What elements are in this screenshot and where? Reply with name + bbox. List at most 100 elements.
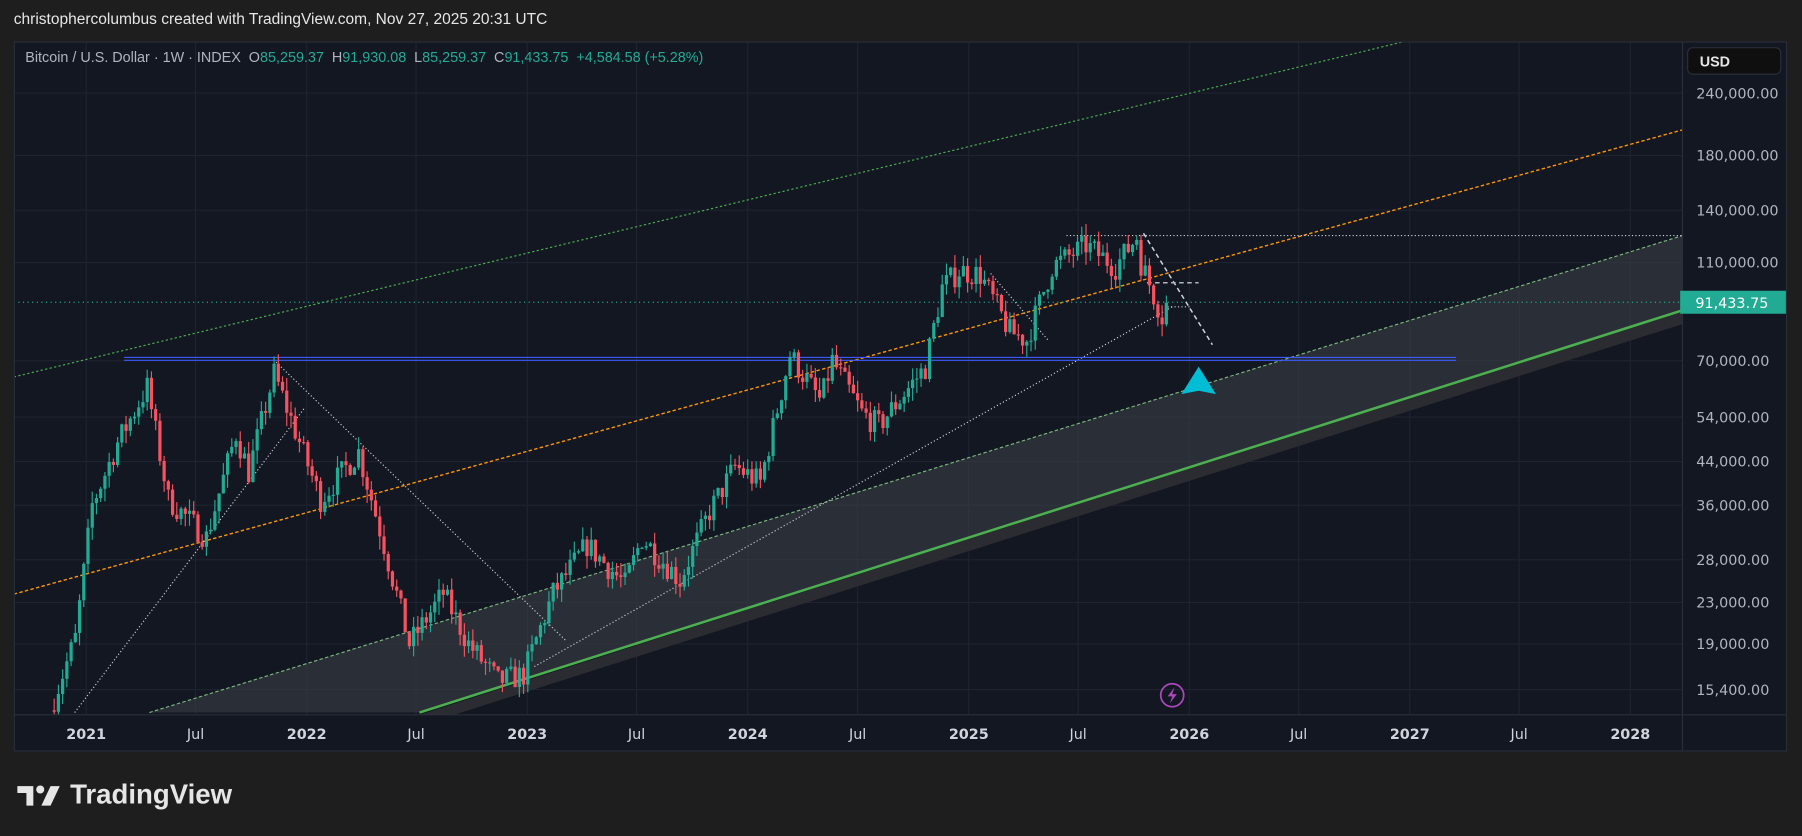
candle-body <box>678 584 682 587</box>
candle-body <box>1012 319 1016 335</box>
currency-button[interactable]: USD <box>1687 47 1782 75</box>
candle-body <box>902 396 906 404</box>
candle-body <box>280 381 285 391</box>
candle-body <box>657 565 661 569</box>
candle-body <box>826 378 830 381</box>
candle-body <box>885 416 889 428</box>
candle-body <box>822 378 826 398</box>
candle-body <box>703 515 708 519</box>
candle-body <box>568 559 572 576</box>
tradingview-logo[interactable]: TradingView <box>17 779 232 811</box>
candle-body <box>864 408 868 413</box>
candle-body <box>746 469 750 475</box>
candle-body <box>572 552 576 560</box>
time-tick-label: 2026 <box>1169 727 1209 743</box>
tradingview-logo-icon <box>17 785 60 806</box>
time-tick-label: Jul <box>1068 727 1086 743</box>
candle-body <box>636 548 640 556</box>
candle-body <box>699 518 703 533</box>
time-tick-label: Jul <box>848 727 866 743</box>
candle-body <box>547 601 551 624</box>
price-tick-label: 44,000.00 <box>1696 455 1769 471</box>
lightning-icon[interactable] <box>1159 682 1185 708</box>
candle-body <box>348 465 352 475</box>
candle-body <box>653 543 657 566</box>
candle-body <box>187 510 192 514</box>
candle-body <box>1046 289 1050 292</box>
candle-body <box>847 371 851 385</box>
price-tick-label: 28,000.00 <box>1696 553 1769 569</box>
candle-body <box>1113 276 1118 280</box>
candle-body <box>462 634 466 647</box>
time-tick-label: 2021 <box>66 727 106 743</box>
candle-body <box>716 487 720 496</box>
candle-body <box>399 590 403 599</box>
candle-body <box>627 564 631 573</box>
candle-body <box>944 275 949 285</box>
time-axis[interactable]: 2021 Jul 2022 Jul 2023 Jul 2024 Jul 2025 Jul 2026 J… <box>66 727 1650 743</box>
candle-body <box>801 377 805 382</box>
price-tick-label: 15,400.00 <box>1696 683 1769 699</box>
candle-body <box>1152 285 1156 305</box>
time-tick-label: 2027 <box>1390 727 1430 743</box>
candle-body <box>403 598 407 633</box>
candle-body <box>1059 255 1063 260</box>
candle-body <box>192 510 196 515</box>
candle-body <box>1042 291 1046 295</box>
candle-body <box>433 601 437 613</box>
candle-body <box>132 416 137 419</box>
candle-body <box>483 661 488 663</box>
candle-body <box>517 667 521 688</box>
candle-body <box>217 493 221 512</box>
candle-body <box>898 403 902 410</box>
candle-body <box>82 563 86 601</box>
close-value: 91,433.75 <box>504 49 569 66</box>
price-tick-label: 180,000.00 <box>1696 149 1778 165</box>
price-tick-label: 54,000.00 <box>1696 410 1769 426</box>
candle-body <box>285 390 289 413</box>
candle-body <box>784 376 788 401</box>
price-axis[interactable]: 240,000.00 180,000.00 140,000.00 110,000.00… <box>1696 86 1778 699</box>
candle-body <box>162 460 166 482</box>
candle-body <box>1139 239 1143 276</box>
candle-body <box>145 377 149 403</box>
candle-body <box>805 373 809 382</box>
price-chart[interactable]: 240,000.00 180,000.00 140,000.00 110,000.00… <box>0 0 1802 835</box>
candle-body <box>196 514 200 543</box>
candle-body <box>758 468 762 480</box>
candle-body <box>644 546 648 548</box>
time-tick-label: 2022 <box>287 727 327 743</box>
candle-body <box>538 625 543 638</box>
candle-body <box>166 481 170 490</box>
candle-body <box>369 489 373 501</box>
candle-body <box>1016 334 1020 336</box>
time-tick-label: 2028 <box>1610 727 1650 743</box>
candle-body <box>521 667 526 685</box>
candle-body <box>813 377 817 391</box>
candle-body <box>665 563 669 580</box>
candle-body <box>264 411 268 413</box>
candle-body <box>289 412 293 416</box>
candle-body <box>69 642 73 662</box>
stage: christophercolumbus created with Trading… <box>0 0 1802 835</box>
candle-body <box>970 282 974 285</box>
candle-body <box>1067 249 1071 255</box>
candle-body <box>437 589 441 602</box>
candle-body <box>741 468 746 475</box>
candle-body <box>737 464 741 469</box>
candle-body <box>868 412 872 433</box>
candle-body <box>94 498 99 504</box>
candle-body <box>1126 243 1130 253</box>
candle-body <box>796 352 801 378</box>
candle-body <box>141 402 145 408</box>
symbol-name: Bitcoin / U.S. Dollar · 1W · INDEX <box>25 49 241 66</box>
candle-body <box>386 554 390 572</box>
candle-body <box>961 266 965 277</box>
time-tick-label: Jul <box>1509 727 1527 743</box>
candle-body <box>763 462 767 480</box>
candle-body <box>669 566 674 580</box>
high-value: 91,930.08 <box>342 49 407 66</box>
candle-body <box>982 279 987 284</box>
candle-body <box>872 410 877 433</box>
outer-channel-line <box>14 42 1403 378</box>
